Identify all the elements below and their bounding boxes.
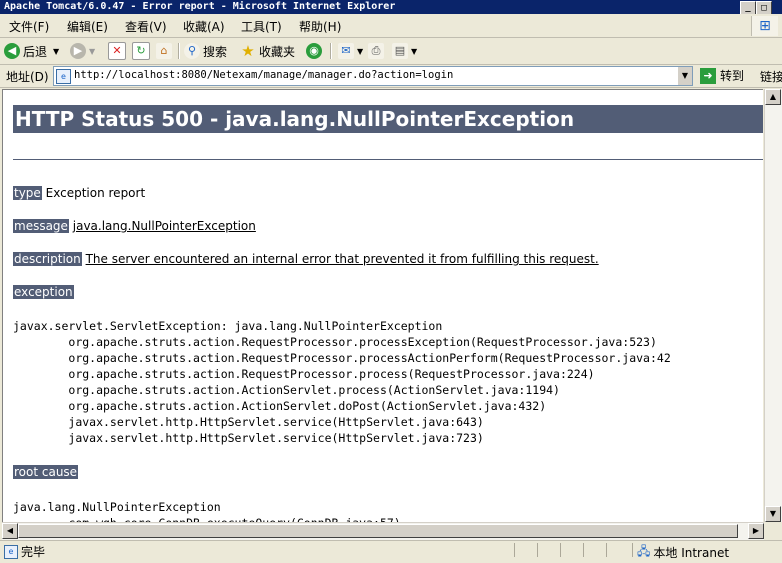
- status-pane: [537, 543, 538, 557]
- type-value: Exception report: [45, 186, 146, 200]
- address-bar: 地址(D) e http://localhost:8080/Netexam/ma…: [0, 65, 782, 88]
- type-label: type: [13, 186, 42, 200]
- edit-button[interactable]: ▤ ▼: [392, 41, 417, 61]
- description-label: description: [13, 252, 82, 266]
- intranet-icon: 🖧: [637, 544, 651, 558]
- favorites-label: 收藏夹: [259, 44, 296, 59]
- message-value: java.lang.NullPointerException: [72, 219, 256, 233]
- go-label: 转到: [720, 69, 745, 83]
- home-button[interactable]: ⌂: [156, 41, 175, 61]
- window-titlebar: Apache Tomcat/6.0.47 - Error report - Mi…: [0, 0, 782, 14]
- stop-icon: ✕: [108, 42, 126, 60]
- scroll-left-icon[interactable]: ◀: [2, 523, 18, 539]
- favorites-button[interactable]: ★ 收藏夹: [240, 41, 295, 61]
- go-button[interactable]: ➜ 转到: [700, 67, 744, 84]
- menu-bar: 文件(F) 编辑(E) 查看(V) 收藏(A) 工具(T) 帮助(H) ⊞: [0, 15, 782, 38]
- type-row: type Exception report: [13, 186, 145, 200]
- edit-page-icon: ▤: [392, 43, 408, 59]
- back-dropdown-icon[interactable]: ▼: [53, 47, 59, 56]
- status-pane: [583, 543, 584, 557]
- windows-logo-icon: ⊞: [751, 16, 778, 36]
- standard-toolbar: ◀ 后退 ▼ ▶ ▼ ✕ ↻ ⌂ ⚲ 搜索 ★ 收藏夹 ◉ ✉ ▼ ⎙ ▤ ▼: [0, 38, 782, 65]
- forward-arrow-icon: ▶: [70, 43, 86, 59]
- menu-view[interactable]: 查看(V): [125, 18, 167, 35]
- search-button[interactable]: ⚲ 搜索: [184, 41, 227, 61]
- horizontal-scrollbar[interactable]: ◀ ▶: [2, 522, 764, 540]
- mail-dropdown-icon[interactable]: ▼: [357, 47, 363, 56]
- status-bar: e 完毕 🖧 本地 Intranet: [0, 540, 782, 560]
- page-heading: HTTP Status 500 - java.lang.NullPointerE…: [13, 105, 763, 133]
- media-button[interactable]: ◉: [306, 41, 325, 61]
- exception-label: exception: [13, 285, 74, 299]
- toolbar-separator: [330, 43, 332, 59]
- status-pane: [632, 543, 633, 557]
- scroll-right-icon[interactable]: ▶: [748, 523, 764, 539]
- search-label: 搜索: [203, 44, 228, 59]
- description-row: description The server encountered an in…: [13, 252, 599, 266]
- page-content: HTTP Status 500 - java.lang.NullPointerE…: [2, 89, 763, 523]
- address-url[interactable]: http://localhost:8080/Netexam/manage/man…: [74, 69, 453, 81]
- horizontal-scroll-thumb[interactable]: [18, 524, 738, 538]
- root-cause-stacktrace: java.lang.NullPointerException com.wgh.c…: [13, 500, 401, 523]
- scroll-down-icon[interactable]: ▼: [765, 506, 781, 522]
- toolbar-separator: [178, 43, 180, 59]
- description-value: The server encountered an internal error…: [85, 252, 599, 266]
- media-icon: ◉: [306, 43, 322, 59]
- status-text: 完毕: [21, 545, 46, 559]
- back-arrow-icon: ◀: [4, 43, 20, 59]
- menu-edit[interactable]: 编辑(E): [67, 18, 108, 35]
- exception-stacktrace: javax.servlet.ServletException: java.lan…: [13, 319, 671, 445]
- vertical-scrollbar[interactable]: ▲ ▼: [764, 89, 782, 522]
- menu-file[interactable]: 文件(F): [9, 18, 49, 35]
- print-icon: ⎙: [368, 43, 384, 59]
- status-pane: [514, 543, 515, 557]
- forward-button[interactable]: ▶ ▼: [70, 41, 95, 61]
- back-label: 后退: [23, 44, 48, 59]
- edit-dropdown-icon[interactable]: ▼: [411, 47, 417, 56]
- refresh-icon: ↻: [132, 42, 150, 60]
- mail-icon: ✉: [338, 43, 354, 59]
- exception-row: exception: [13, 285, 74, 299]
- zone-text: 本地 Intranet: [653, 546, 730, 560]
- forward-dropdown-icon[interactable]: ▼: [89, 47, 95, 56]
- message-label: message: [13, 219, 69, 233]
- root-cause-label: root cause: [13, 465, 79, 479]
- menu-favorites[interactable]: 收藏(A): [183, 18, 225, 35]
- go-arrow-icon: ➜: [700, 67, 716, 84]
- window-title: Apache Tomcat/6.0.47 - Error report - Mi…: [4, 1, 396, 12]
- message-row: message java.lang.NullPointerException: [13, 219, 256, 233]
- refresh-button[interactable]: ↻: [132, 41, 153, 61]
- root-cause-row: root cause: [13, 465, 79, 479]
- print-button[interactable]: ⎙: [368, 41, 387, 61]
- stop-button[interactable]: ✕: [108, 41, 129, 61]
- maximize-button[interactable]: □: [756, 1, 772, 14]
- star-icon: ★: [241, 42, 255, 60]
- menu-help[interactable]: 帮助(H): [299, 18, 341, 35]
- status-done: e 完毕: [4, 543, 45, 560]
- minimize-button[interactable]: _: [740, 1, 756, 14]
- menu-tools[interactable]: 工具(T): [241, 18, 282, 35]
- page-icon: e: [56, 69, 71, 84]
- status-pane: [560, 543, 561, 557]
- address-input[interactable]: e http://localhost:8080/Netexam/manage/m…: [53, 66, 693, 86]
- back-button[interactable]: ◀ 后退 ▼: [4, 41, 59, 61]
- home-icon: ⌂: [156, 43, 172, 59]
- address-label: 地址(D): [6, 70, 49, 84]
- links-button[interactable]: 链接: [760, 68, 782, 85]
- mail-button[interactable]: ✉ ▼: [338, 41, 363, 61]
- divider: [13, 159, 763, 160]
- security-zone: 🖧 本地 Intranet: [637, 542, 729, 563]
- search-icon: ⚲: [184, 43, 200, 59]
- page-done-icon: e: [4, 544, 18, 559]
- address-dropdown-icon[interactable]: ▼: [677, 67, 692, 85]
- status-pane: [606, 543, 607, 557]
- scroll-up-icon[interactable]: ▲: [765, 89, 781, 105]
